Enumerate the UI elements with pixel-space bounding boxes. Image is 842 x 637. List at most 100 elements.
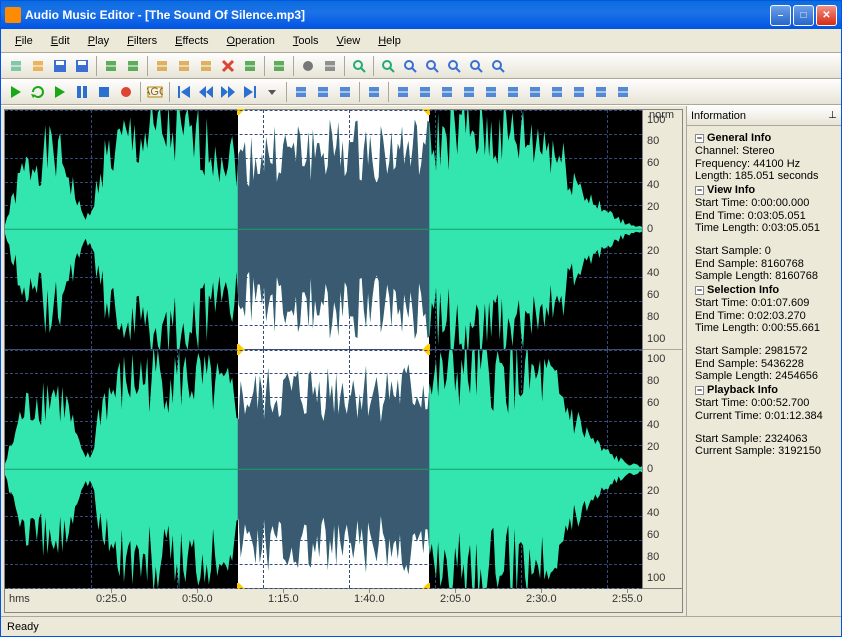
sel-reduce-icon[interactable] — [613, 82, 633, 102]
paste-icon[interactable] — [174, 56, 194, 76]
workarea: norm100806040200204060801001008060402002… — [1, 105, 841, 616]
time-unit: hms — [9, 593, 30, 605]
undo-icon[interactable] — [101, 56, 121, 76]
menu-effects[interactable]: Effects — [167, 33, 216, 49]
sel-all-icon[interactable] — [415, 82, 435, 102]
waveform-display[interactable] — [4, 109, 643, 589]
menu-file[interactable]: File — [7, 33, 41, 49]
info-panel: Information ⊥ −General InfoChannel: Ster… — [686, 106, 841, 616]
info-row: Current Time: 0:01:12.384 — [695, 410, 833, 422]
waveform-track-left[interactable] — [5, 110, 642, 350]
info-row: Start Sample: 0 — [695, 245, 833, 257]
record-btn-icon[interactable] — [116, 82, 136, 102]
dropdown-icon[interactable] — [262, 82, 282, 102]
amplitude-scale-left: norm10080604020020406080100 — [643, 110, 682, 350]
rewind-icon[interactable] — [196, 82, 216, 102]
collapse-icon[interactable]: − — [695, 134, 704, 143]
menu-operation[interactable]: Operation — [219, 33, 283, 49]
info-title: Information — [691, 110, 746, 122]
sel-expand-icon[interactable] — [591, 82, 611, 102]
sel-shrink-icon[interactable] — [525, 82, 545, 102]
scale-tick: 40 — [647, 179, 659, 191]
titlebar[interactable]: Audio Music Editor - [The Sound Of Silen… — [1, 1, 841, 29]
zoom-right-icon[interactable] — [466, 56, 486, 76]
section-selection[interactable]: −Selection Info — [695, 284, 833, 296]
zoom-left-icon[interactable] — [444, 56, 464, 76]
zoom-vert-icon[interactable] — [488, 56, 508, 76]
sel-end-icon[interactable] — [393, 82, 413, 102]
time-ruler[interactable]: hms0:25.00:50.01:15.01:40.02:05.02:30.02… — [4, 589, 683, 613]
save-icon[interactable] — [50, 56, 70, 76]
separator — [96, 56, 97, 76]
section-view[interactable]: −View Info — [695, 184, 833, 196]
section-general[interactable]: −General Info — [695, 132, 833, 144]
collapse-icon[interactable]: − — [695, 286, 704, 295]
amplitude-scale-right: 10080604020020406080100 — [643, 350, 682, 589]
statusbar: Ready — [1, 616, 841, 636]
mix-icon[interactable] — [240, 56, 260, 76]
scale-tick: 80 — [647, 135, 659, 147]
scale-tick: 60 — [647, 289, 659, 301]
cut-icon[interactable] — [196, 56, 216, 76]
waveform-track-right[interactable] — [5, 350, 642, 589]
pause-icon[interactable] — [72, 82, 92, 102]
zoom-in-icon[interactable] — [349, 56, 369, 76]
sel-trim-icon[interactable] — [459, 82, 479, 102]
open-icon[interactable] — [28, 56, 48, 76]
copy-icon[interactable] — [152, 56, 172, 76]
close-button[interactable]: ✕ — [816, 5, 837, 26]
play-sel-icon[interactable] — [50, 82, 70, 102]
minimize-button[interactable]: – — [770, 5, 791, 26]
info-row: Frequency: 44100 Hz — [695, 158, 833, 170]
new-file-icon[interactable] — [6, 56, 26, 76]
sel-start-icon[interactable] — [364, 82, 384, 102]
scale-tick: 80 — [647, 375, 659, 387]
collapse-icon[interactable]: − — [695, 386, 704, 395]
scale-tick: 60 — [647, 529, 659, 541]
menu-filters[interactable]: Filters — [119, 33, 165, 49]
stop-icon[interactable] — [94, 82, 114, 102]
menu-help[interactable]: Help — [370, 33, 409, 49]
info-row: Time Length: 0:03:05.051 — [695, 222, 833, 234]
record-device-icon[interactable] — [320, 56, 340, 76]
loop-icon[interactable] — [28, 82, 48, 102]
sel-left-icon[interactable] — [547, 82, 567, 102]
zoom-out-icon[interactable] — [378, 56, 398, 76]
sel-play-icon[interactable] — [437, 82, 457, 102]
agc-icon[interactable]: AGC — [145, 82, 165, 102]
menu-tools[interactable]: Tools — [285, 33, 327, 49]
info-row: Sample Length: 8160768 — [695, 270, 833, 282]
amplitude-scale: norm100806040200204060801001008060402002… — [643, 109, 683, 589]
marker-del-icon[interactable] — [313, 82, 333, 102]
marker-add-icon[interactable] — [291, 82, 311, 102]
sel-right-icon[interactable] — [569, 82, 589, 102]
goto-end-icon[interactable] — [240, 82, 260, 102]
delete-icon[interactable] — [218, 56, 238, 76]
menu-view[interactable]: View — [329, 33, 369, 49]
info-row: End Time: 0:02:03.270 — [695, 310, 833, 322]
save-all-icon[interactable] — [72, 56, 92, 76]
collapse-icon[interactable]: − — [695, 186, 704, 195]
sel-grow-icon[interactable] — [503, 82, 523, 102]
menu-play[interactable]: Play — [80, 33, 117, 49]
pin-icon[interactable]: ⊥ — [828, 110, 837, 121]
record-icon[interactable] — [298, 56, 318, 76]
sel-invert-icon[interactable] — [481, 82, 501, 102]
maximize-button[interactable]: □ — [793, 5, 814, 26]
zoom-full-icon[interactable] — [400, 56, 420, 76]
refresh-icon[interactable] — [269, 56, 289, 76]
menu-edit[interactable]: Edit — [43, 33, 78, 49]
scale-tick: 40 — [647, 419, 659, 431]
info-row: End Sample: 5436228 — [695, 358, 833, 370]
section-title: General Info — [707, 132, 771, 144]
forward-icon[interactable] — [218, 82, 238, 102]
info-row: Length: 185.051 seconds — [695, 170, 833, 182]
marker-list-icon[interactable] — [335, 82, 355, 102]
scale-tick: 40 — [647, 507, 659, 519]
section-playback[interactable]: −Playback Info — [695, 384, 833, 396]
play-icon[interactable] — [6, 82, 26, 102]
section-title: Playback Info — [707, 384, 778, 396]
redo-icon[interactable] — [123, 56, 143, 76]
zoom-sel-icon[interactable] — [422, 56, 442, 76]
goto-start-icon[interactable] — [174, 82, 194, 102]
